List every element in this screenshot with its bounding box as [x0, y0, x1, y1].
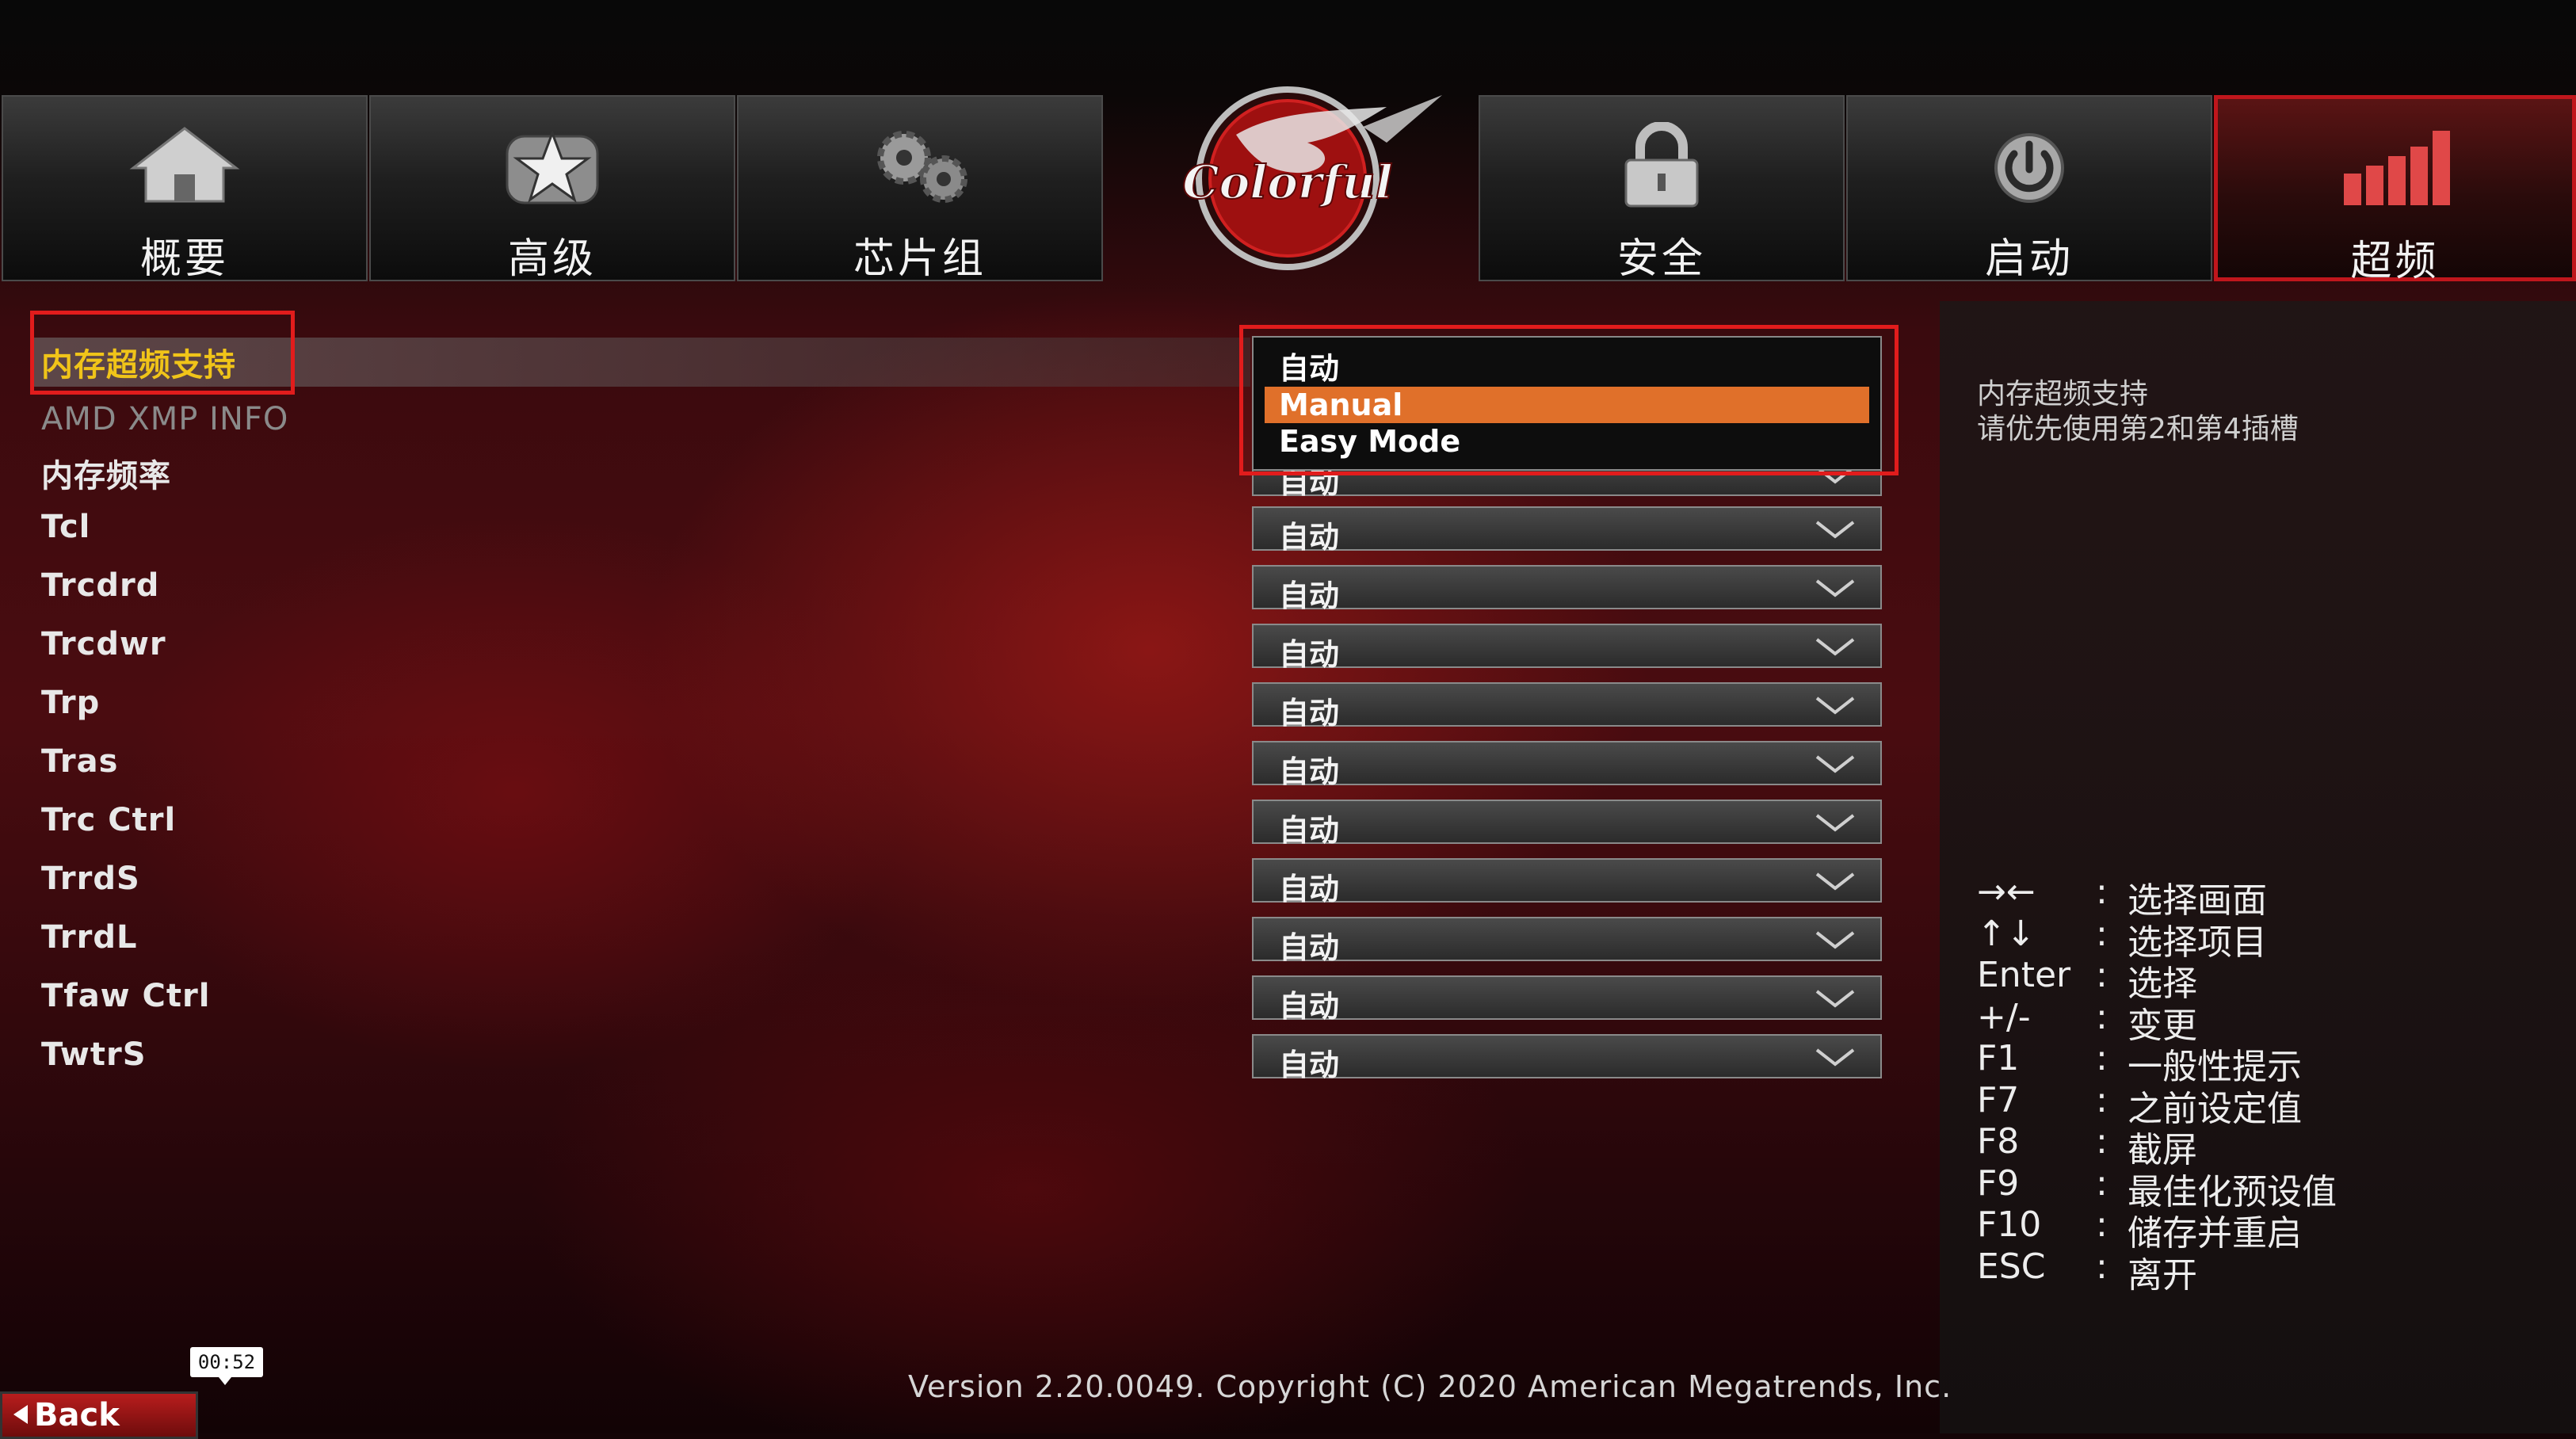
dropdown-value: 自动: [1279, 930, 1340, 965]
setting-label-trc-ctrl[interactable]: Trc Ctrl: [41, 802, 176, 838]
star-icon: [506, 129, 599, 204]
dropdown-trcdrd[interactable]: 自动: [1252, 565, 1882, 613]
setting-label-memory-frequency[interactable]: 内存频率: [41, 450, 171, 496]
tab-chipset[interactable]: 芯片组: [737, 95, 1103, 283]
tab-label: 高级: [507, 235, 597, 283]
version-footer: Version 2.20.0049. Copyright (C) 2020 Am…: [908, 1369, 1952, 1404]
setting-label-tfaw-ctrl[interactable]: Tfaw Ctrl: [41, 978, 210, 1014]
dropdown-value: 自动: [1279, 1048, 1340, 1082]
key-desc: 离开: [2128, 1254, 2197, 1296]
annotation-box-popup: [1239, 325, 1899, 475]
chevron-down-icon: [1815, 579, 1855, 597]
chevron-down-icon: [1815, 872, 1855, 891]
setting-label-tras[interactable]: Tras: [41, 743, 118, 780]
dropdown-value: 自动: [1279, 813, 1340, 848]
back-button[interactable]: Back: [0, 1391, 198, 1439]
key-separator: :: [2096, 913, 2108, 954]
dropdown-trrdl[interactable]: 自动: [1252, 917, 1882, 965]
key-name: ESC: [1977, 1246, 2046, 1287]
key-separator: :: [2096, 1204, 2108, 1245]
chevron-down-icon: [1815, 697, 1855, 715]
setting-label-tcl[interactable]: Tcl: [41, 509, 90, 545]
key-separator: :: [2096, 1246, 2108, 1287]
key-name: ↑↓: [1977, 913, 2036, 954]
setting-label-trrdl[interactable]: TrrdL: [41, 919, 137, 956]
chevron-down-icon: [1815, 814, 1855, 832]
dropdown-value: 自动: [1279, 872, 1340, 907]
chevron-down-icon: [1815, 1048, 1855, 1067]
tab-overclock[interactable]: 超频: [2214, 95, 2576, 285]
dropdown-value: 自动: [1279, 989, 1340, 1024]
dropdown-tras[interactable]: 自动: [1252, 741, 1882, 789]
setting-label-trcdwr[interactable]: Trcdwr: [41, 626, 166, 662]
tab-label: 启动: [1984, 235, 2074, 283]
chevron-down-icon: [1815, 755, 1855, 773]
key-separator: :: [2096, 1121, 2108, 1162]
key-name: →←: [1977, 872, 2036, 912]
gears-icon: [877, 131, 967, 203]
key-name: +/-: [1977, 996, 2031, 1037]
key-separator: :: [2096, 872, 2108, 912]
setting-label-trrds[interactable]: TrrdS: [41, 861, 140, 897]
key-name: F10: [1977, 1204, 2042, 1245]
key-name: F7: [1977, 1079, 2020, 1120]
dropdown-value: 自动: [1279, 637, 1340, 672]
chevron-down-icon: [1815, 638, 1855, 656]
lock-icon: [1624, 122, 1699, 208]
chevron-down-icon: [1815, 931, 1855, 949]
tab-advanced[interactable]: 高级: [369, 95, 735, 283]
tab-overview[interactable]: 概要: [2, 95, 368, 283]
key-name: Enter: [1977, 955, 2071, 995]
key-separator: :: [2096, 1038, 2108, 1078]
dropdown-tfaw-ctrl[interactable]: 自动: [1252, 975, 1882, 1024]
dropdown-trc-ctrl[interactable]: 自动: [1252, 800, 1882, 848]
colorful-logo: Colorful: [1181, 86, 1442, 270]
key-name: F1: [1977, 1038, 2020, 1078]
home-icon: [129, 127, 240, 203]
key-separator: :: [2096, 955, 2108, 995]
dropdown-trcdwr[interactable]: 自动: [1252, 624, 1882, 672]
chevron-down-icon: [1815, 990, 1855, 1008]
tab-label: 概要: [139, 235, 229, 283]
dropdown-trp[interactable]: 自动: [1252, 682, 1882, 731]
dropdown-value: 自动: [1279, 754, 1340, 789]
key-separator: :: [2096, 1079, 2108, 1120]
key-name: F8: [1977, 1121, 2020, 1162]
dropdown-value: 自动: [1279, 578, 1340, 613]
power-icon: [1994, 133, 2064, 203]
logo-text: Colorful: [1182, 155, 1392, 209]
help-text-detail: 请优先使用第2和第4插槽: [1977, 413, 2299, 445]
setting-label-trp[interactable]: Trp: [41, 685, 100, 721]
bar-chart-icon: [2343, 131, 2450, 205]
key-separator: :: [2096, 996, 2108, 1037]
setting-label-xmp-info: AMD XMP INFO: [41, 401, 289, 437]
tab-label: 芯片组: [853, 235, 987, 283]
annotation-box-label: [30, 311, 295, 395]
dropdown-tcl[interactable]: 自动: [1252, 506, 1882, 555]
tab-boot[interactable]: 启动: [1846, 95, 2212, 283]
chevron-down-icon: [1815, 521, 1855, 539]
setting-label-trcdrd[interactable]: Trcdrd: [41, 567, 159, 604]
dropdown-value: 自动: [1279, 520, 1340, 555]
key-separator: :: [2096, 1162, 2108, 1204]
tab-label: 安全: [1616, 235, 1706, 283]
back-arrow-icon: [13, 1405, 28, 1424]
key-name: F9: [1977, 1162, 2020, 1204]
tab-label: 超频: [2350, 238, 2440, 285]
setting-label-twtrs[interactable]: TwtrS: [41, 1036, 147, 1073]
dropdown-value: 自动: [1279, 696, 1340, 731]
back-label: Back: [34, 1397, 120, 1433]
dropdown-twtrs[interactable]: 自动: [1252, 1034, 1882, 1082]
dropdown-trrds[interactable]: 自动: [1252, 858, 1882, 907]
video-timestamp: 00:52: [190, 1347, 263, 1385]
tab-security[interactable]: 安全: [1479, 95, 1845, 283]
